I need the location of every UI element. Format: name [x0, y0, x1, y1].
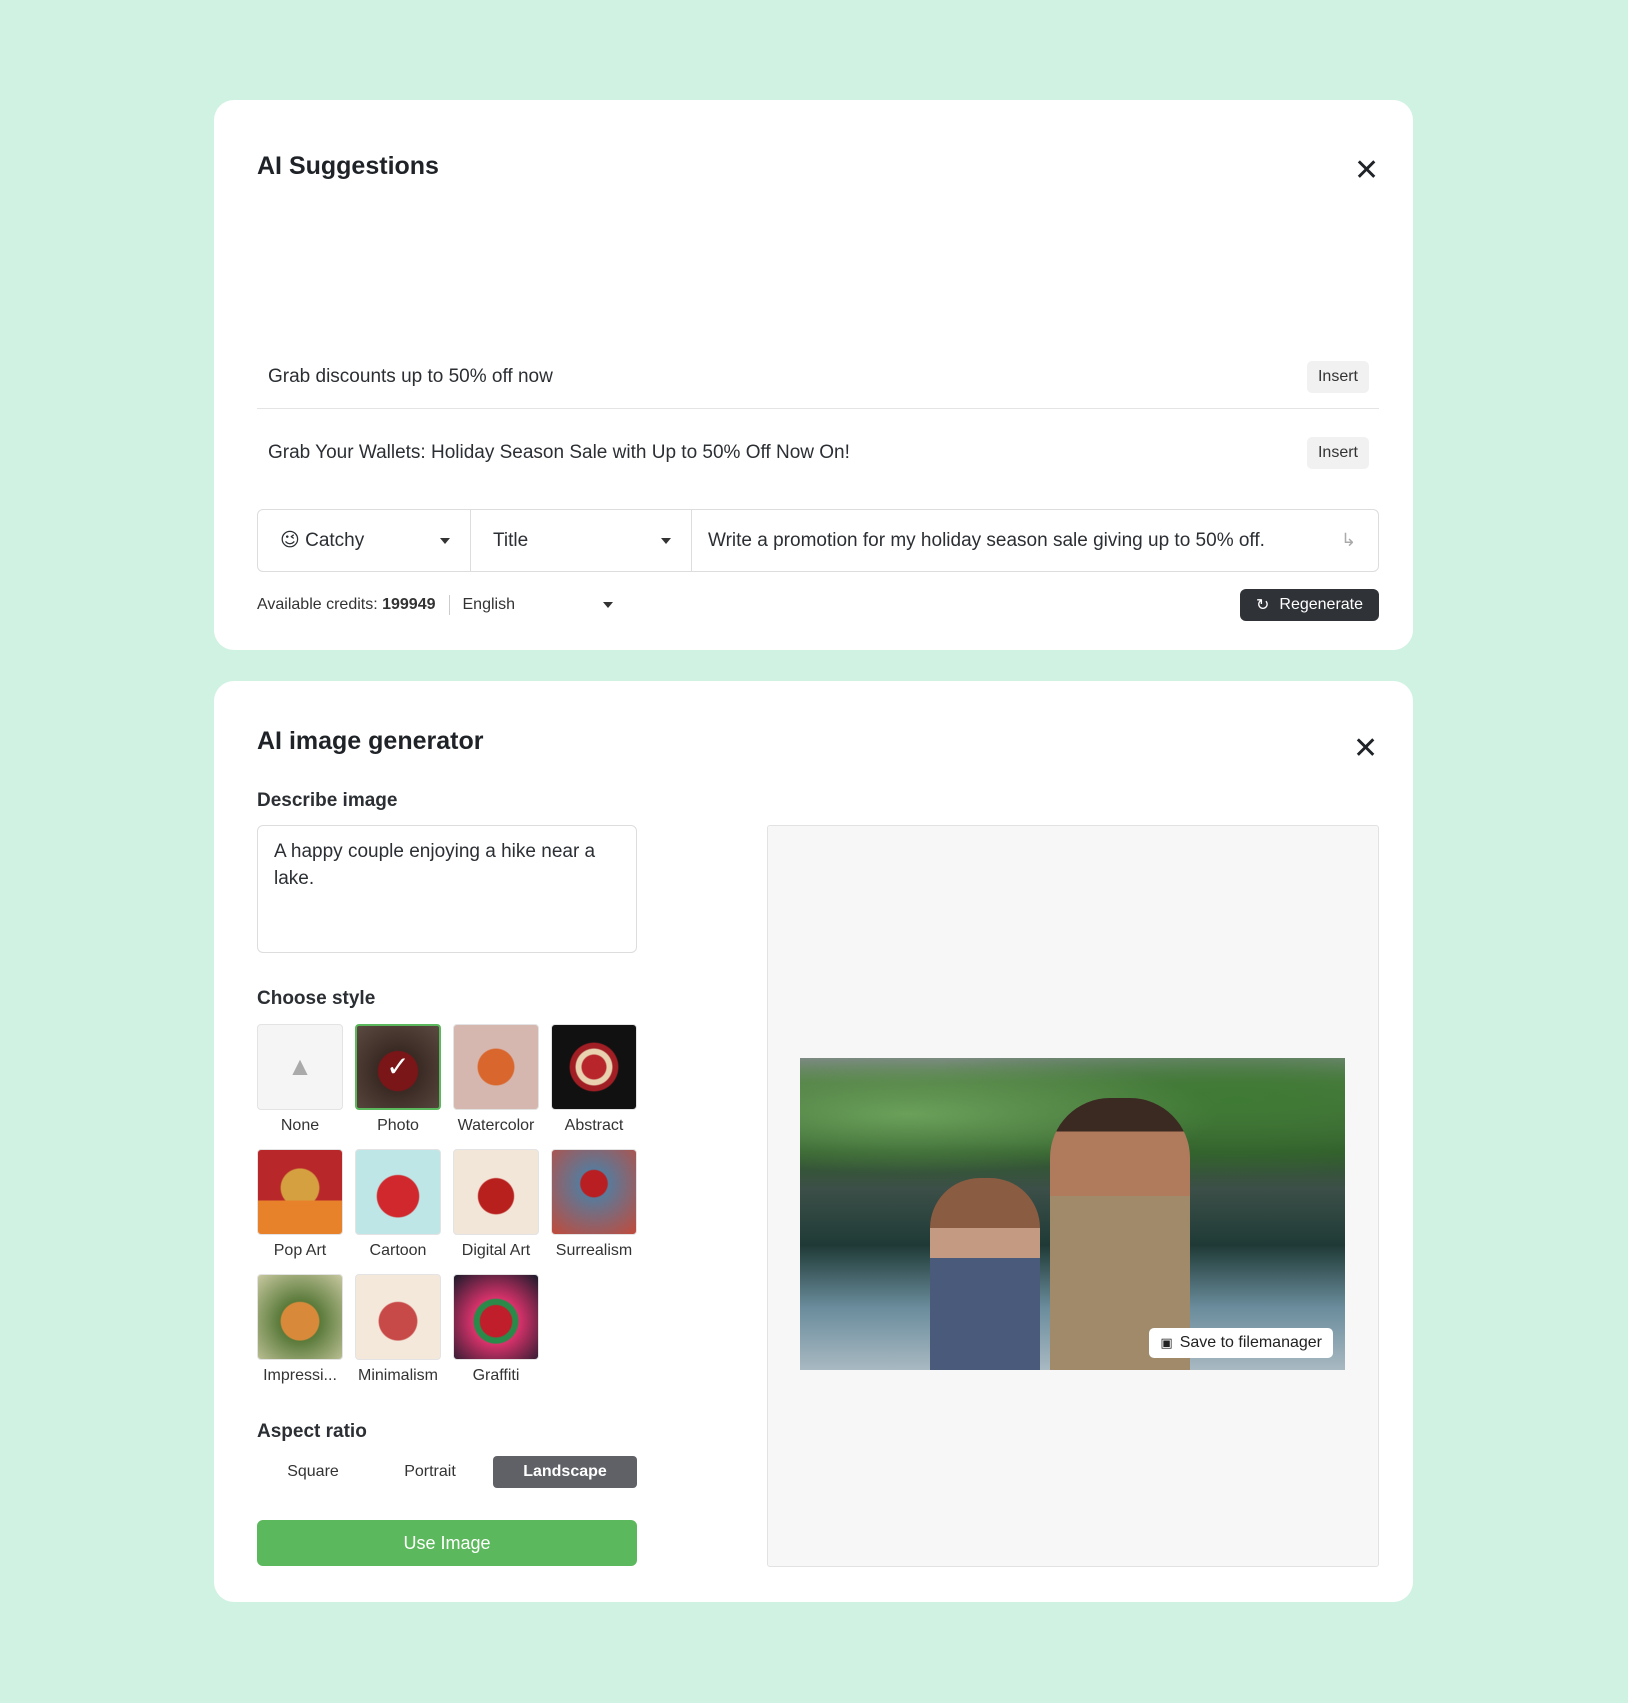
style-thumbnail — [453, 1024, 539, 1110]
style-thumbnail — [453, 1149, 539, 1235]
style-option-none[interactable]: ▲ None — [257, 1024, 343, 1135]
style-name: Watercolor — [457, 1117, 535, 1134]
tone-value: Catchy — [305, 530, 365, 551]
suggestion-item: Grab Your Wallets: Holiday Season Sale w… — [257, 421, 1379, 485]
style-thumbnail: ▲ — [257, 1024, 343, 1110]
prompt-bar: 😉 Catchy Title Write a promotion for my … — [257, 509, 1379, 572]
panel-title: AI Suggestions — [257, 152, 439, 180]
panel-title: AI image generator — [257, 727, 484, 755]
style-option-photo[interactable]: ✓ Photo — [355, 1024, 441, 1135]
aspect-square[interactable]: Square — [257, 1456, 369, 1488]
refresh-icon: ↻ — [1255, 597, 1270, 614]
insert-button[interactable]: Insert — [1306, 360, 1369, 393]
save-label: Save to filemanager — [1179, 1334, 1322, 1351]
credits-value: 199949 — [382, 596, 436, 613]
style-name: Abstract — [564, 1117, 624, 1134]
use-image-button[interactable]: Use Image — [257, 1520, 637, 1566]
style-name: None — [280, 1117, 320, 1134]
aspect-landscape[interactable]: Landscape — [493, 1456, 637, 1488]
style-thumbnail — [551, 1149, 637, 1235]
credits-row: Available credits: 199949 English — [257, 595, 613, 615]
check-icon: ✓ — [386, 1051, 410, 1082]
style-thumbnail — [257, 1274, 343, 1360]
ai-suggestions-panel: AI Suggestions ✕ Grab discounts up to 50… — [214, 100, 1413, 650]
prompt-text: Write a promotion for my holiday season … — [708, 529, 1265, 551]
wink-emoji-icon: 😉 — [280, 530, 300, 551]
style-option-pop-art[interactable]: Pop Art — [257, 1149, 343, 1260]
style-name: Impressi... — [263, 1367, 337, 1384]
insert-button[interactable]: Insert — [1306, 437, 1369, 469]
style-option-minimalism[interactable]: Minimalism — [355, 1274, 441, 1385]
prompt-input[interactable]: Write a promotion for my holiday season … — [692, 510, 1378, 571]
style-thumbnail — [257, 1149, 343, 1235]
language-value: English — [462, 596, 515, 613]
suggestion-item: Grab discounts up to 50% off now Insert — [257, 345, 1379, 409]
style-thumbnail: ✓ — [355, 1024, 441, 1110]
tone-select[interactable]: 😉 Catchy — [258, 510, 471, 571]
style-thumbnail — [551, 1024, 637, 1110]
style-name: Minimalism — [358, 1367, 438, 1384]
style-option-digital-art[interactable]: Digital Art — [453, 1149, 539, 1260]
ai-image-generator-panel: AI image generator ✕ Describe image A ha… — [214, 681, 1413, 1602]
style-option-impressi-[interactable]: Impressi... — [257, 1274, 343, 1385]
caret-down-icon — [602, 602, 613, 608]
style-name: Pop Art — [273, 1242, 327, 1259]
close-icon[interactable]: ✕ — [1353, 734, 1378, 764]
style-option-cartoon[interactable]: Cartoon — [355, 1149, 441, 1260]
style-name: Surrealism — [555, 1242, 633, 1259]
language-select[interactable]: English — [463, 596, 613, 614]
regenerate-button[interactable]: ↻ Regenerate — [1240, 589, 1379, 621]
describe-label: Describe image — [257, 790, 398, 811]
enter-icon[interactable]: ↳ — [1341, 530, 1356, 551]
close-icon[interactable]: ✕ — [1354, 156, 1379, 186]
style-name: Digital Art — [461, 1242, 531, 1259]
aspect-label: Aspect ratio — [257, 1421, 367, 1442]
save-icon: ▣ — [1160, 1335, 1173, 1350]
caret-down-icon — [440, 537, 450, 544]
format-select[interactable]: Title — [471, 510, 692, 571]
style-name: Cartoon — [369, 1242, 427, 1259]
caret-down-icon — [661, 537, 671, 544]
style-label: Choose style — [257, 988, 376, 1009]
image-preview: ▣ Save to filemanager — [767, 825, 1379, 1567]
credits-label: Available credits: — [257, 596, 378, 613]
divider — [448, 595, 450, 615]
regenerate-label: Regenerate — [1279, 596, 1364, 613]
aspect-portrait[interactable]: Portrait — [374, 1456, 486, 1488]
image-placeholder-icon: ▲ — [287, 1051, 313, 1081]
format-value: Title — [493, 529, 529, 551]
style-thumbnail — [355, 1149, 441, 1235]
style-thumbnail — [355, 1274, 441, 1360]
suggestion-text: Grab discounts up to 50% off now — [268, 365, 553, 387]
style-option-abstract[interactable]: Abstract — [551, 1024, 637, 1135]
style-name: Graffiti — [472, 1367, 520, 1384]
describe-textarea[interactable]: A happy couple enjoying a hike near a la… — [257, 825, 637, 953]
style-option-surrealism[interactable]: Surrealism — [551, 1149, 637, 1260]
style-option-graffiti[interactable]: Graffiti — [453, 1274, 539, 1385]
suggestion-text: Grab Your Wallets: Holiday Season Sale w… — [268, 442, 850, 463]
generated-image: ▣ Save to filemanager — [800, 1058, 1345, 1370]
save-to-filemanager-button[interactable]: ▣ Save to filemanager — [1149, 1328, 1333, 1358]
style-option-watercolor[interactable]: Watercolor — [453, 1024, 539, 1135]
style-name: Photo — [377, 1117, 419, 1134]
style-thumbnail — [453, 1274, 539, 1360]
